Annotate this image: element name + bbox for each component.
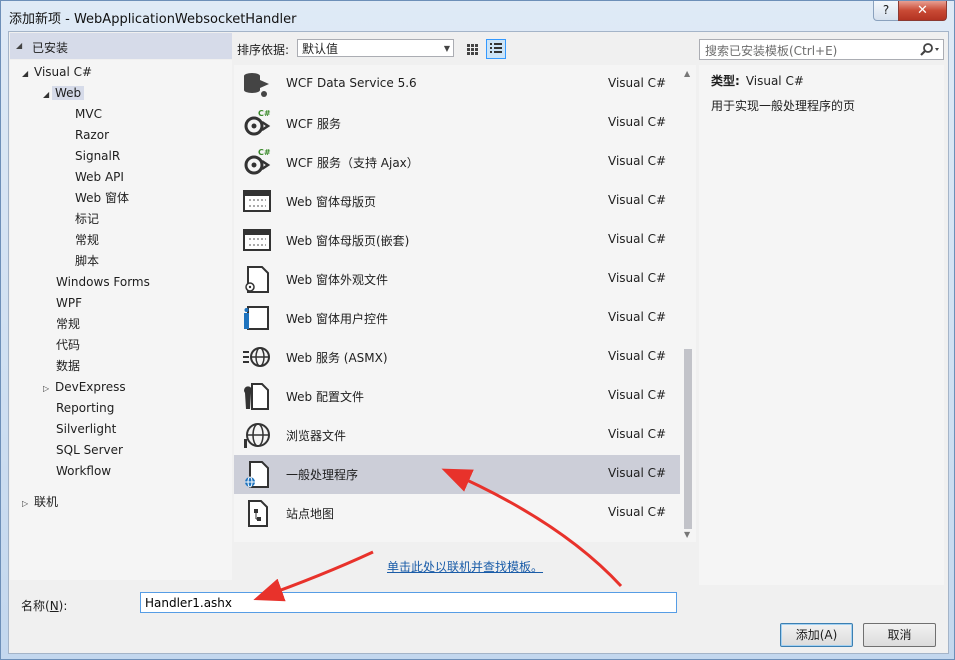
annotation-arrow-to-handler bbox=[441, 468, 623, 588]
dialog-window: 添加新项 - WebApplicationWebsocketHandler ? … bbox=[0, 0, 955, 660]
annotation-arrows bbox=[253, 468, 623, 602]
annotation-arrow-to-name bbox=[253, 550, 374, 602]
